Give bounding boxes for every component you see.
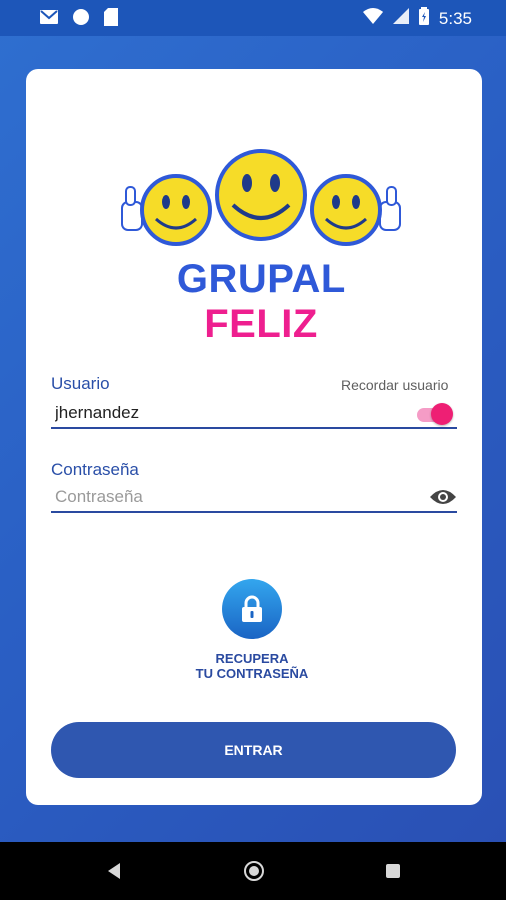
recover-password-link[interactable]: RECUPERA TU CONTRASEÑA — [154, 651, 350, 681]
wifi-icon — [362, 8, 383, 29]
smiley-right-icon — [310, 174, 382, 246]
brand-logo: GRUPAL FELIZ — [116, 147, 406, 346]
sd-card-icon — [104, 8, 118, 31]
battery-icon — [418, 7, 429, 30]
gmail-icon — [40, 10, 58, 29]
remember-user-label: Recordar usuario — [341, 377, 449, 393]
recover-line-1: RECUPERA — [215, 651, 289, 666]
password-input[interactable] — [51, 483, 457, 513]
thumbs-up-right-icon — [379, 186, 401, 231]
brand-name: GRUPAL FELIZ — [116, 257, 406, 347]
recover-password-button[interactable] — [222, 579, 282, 639]
smiley-center-icon — [215, 149, 307, 241]
recover-line-2: TU CONTRASEÑA — [195, 666, 309, 681]
thumbs-up-left-icon — [121, 186, 143, 231]
lock-icon — [242, 595, 262, 622]
smiley-faces-logo — [121, 149, 401, 246]
recent-apps-icon[interactable] — [386, 864, 400, 878]
username-input[interactable] — [51, 399, 457, 429]
back-icon[interactable] — [106, 862, 122, 885]
password-label: Contraseña — [51, 460, 139, 479]
remember-user-toggle[interactable] — [415, 403, 453, 425]
signal-icon — [392, 8, 409, 29]
toggle-thumb — [431, 403, 453, 425]
show-password-eye-icon[interactable] — [429, 487, 457, 507]
login-card: GRUPAL FELIZ Usuario Recordar usuario Co… — [26, 69, 482, 805]
brand-word-feliz: FELIZ — [204, 302, 318, 346]
enter-button[interactable]: ENTRAR — [51, 722, 456, 778]
home-icon[interactable] — [244, 861, 264, 881]
smiley-left-icon — [140, 174, 212, 246]
sync-icon — [72, 8, 90, 31]
navigation-bar — [0, 842, 506, 900]
status-bar: 5:35 — [0, 0, 506, 36]
username-label: Usuario — [51, 374, 110, 393]
status-time: 5:35 — [438, 8, 472, 28]
brand-word-grupal: GRUPAL — [176, 257, 346, 301]
